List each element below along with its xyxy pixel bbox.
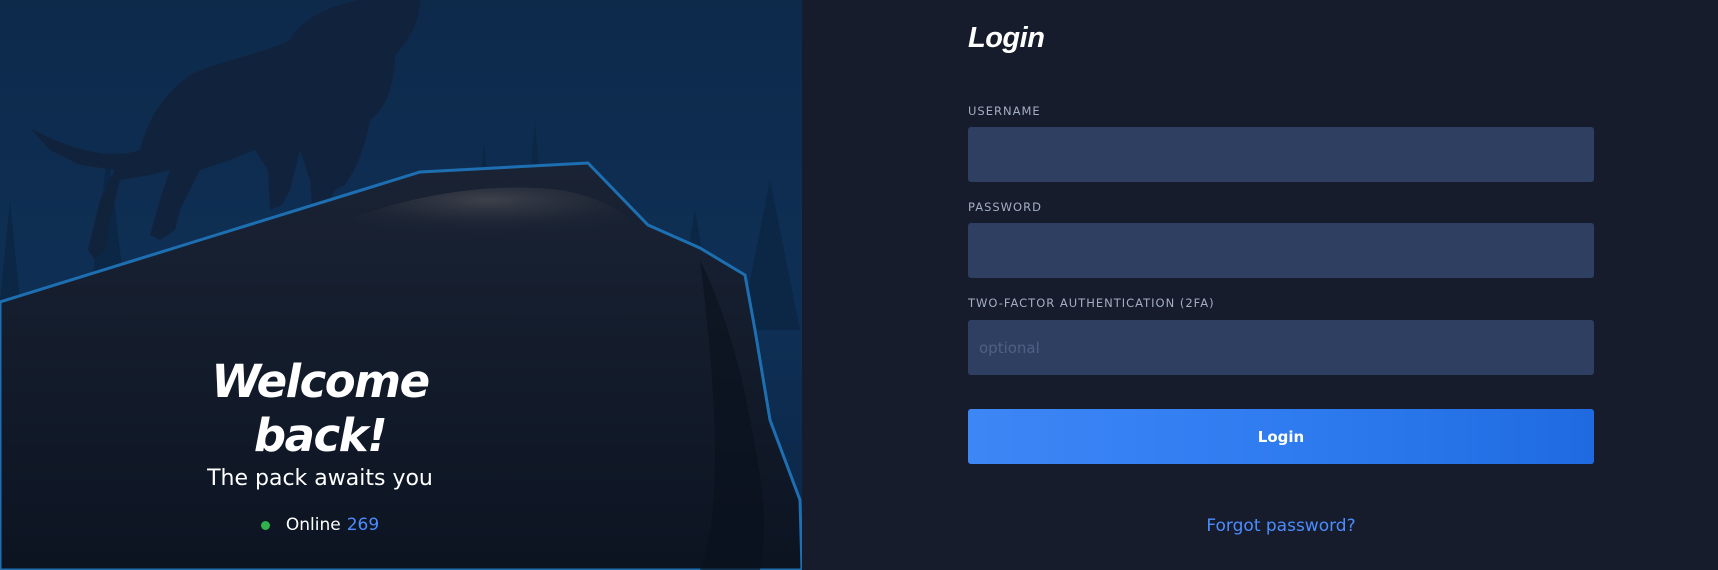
online-label: Online xyxy=(285,515,341,535)
password-input[interactable] xyxy=(968,223,1594,278)
twofa-input[interactable] xyxy=(968,320,1594,375)
online-count: 269 xyxy=(346,515,380,535)
password-label: PASSWORD xyxy=(968,200,1042,214)
username-input[interactable] xyxy=(968,127,1594,182)
online-dot-icon xyxy=(260,520,270,530)
form-title: Login xyxy=(968,22,1045,54)
forgot-password-link[interactable]: Forgot password? xyxy=(968,516,1594,536)
username-label: USERNAME xyxy=(968,104,1041,118)
welcome-title: Welcome back! xyxy=(211,355,430,462)
twofa-label: TWO-FACTOR AUTHENTICATION (2FA) xyxy=(968,296,1215,310)
welcome-block: Welcome back! The pack awaits you Online… xyxy=(150,355,490,535)
hero-panel: Welcome back! The pack awaits you Online… xyxy=(0,0,802,570)
login-button[interactable]: Login xyxy=(968,409,1594,464)
welcome-subtitle: The pack awaits you xyxy=(207,466,433,491)
online-status: Online 269 xyxy=(150,515,490,535)
login-panel: Login USERNAME PASSWORD TWO-FACTOR AUTHE… xyxy=(802,0,1718,570)
